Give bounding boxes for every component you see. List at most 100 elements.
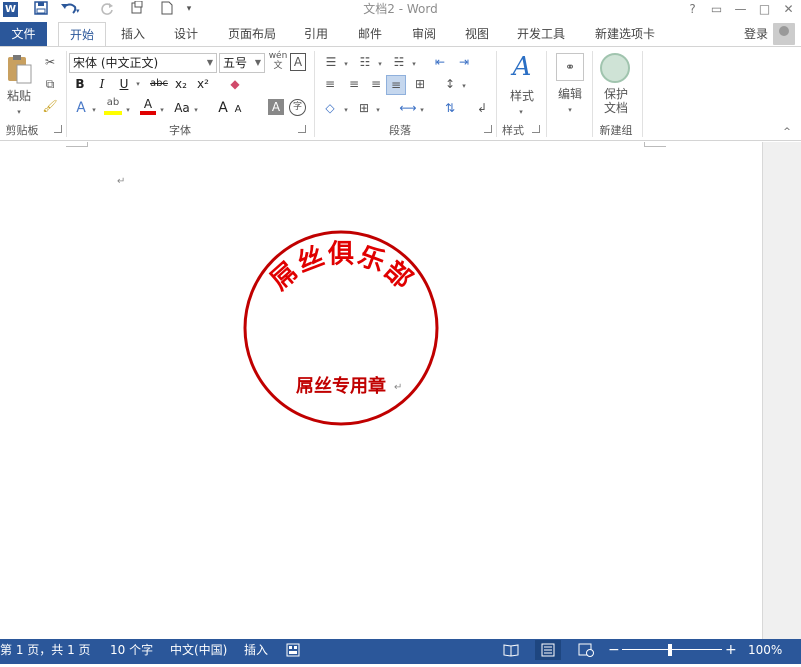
clipboard-launcher-icon[interactable] bbox=[54, 125, 62, 133]
numbering-icon[interactable]: ☷ bbox=[354, 53, 376, 71]
login-link[interactable]: 登录 bbox=[744, 25, 768, 42]
group-divider bbox=[546, 51, 547, 137]
paste-icon[interactable] bbox=[4, 53, 34, 89]
borders-dropdown-icon[interactable]: ▾ bbox=[374, 101, 382, 119]
underline-dropdown-icon[interactable]: ▾ bbox=[134, 75, 142, 93]
status-word-count[interactable]: 10 个字 bbox=[110, 639, 153, 661]
char-shading-icon[interactable]: A bbox=[268, 99, 284, 115]
enclose-char-button[interactable]: 字 bbox=[289, 99, 306, 116]
chinese-layout-dropdown-icon[interactable]: ▾ bbox=[418, 101, 426, 119]
numbering-dropdown-icon[interactable]: ▾ bbox=[376, 55, 384, 73]
tab-developer[interactable]: 开发工具 bbox=[510, 22, 572, 47]
status-insert-mode[interactable]: 插入 bbox=[244, 639, 268, 661]
highlight-dropdown-icon[interactable]: ▾ bbox=[124, 101, 132, 119]
zoom-slider-thumb[interactable] bbox=[668, 644, 672, 656]
bold-button[interactable]: B bbox=[72, 75, 88, 93]
tab-file[interactable]: 文件 bbox=[0, 22, 47, 47]
distributed-icon[interactable]: ⊞ bbox=[410, 75, 430, 93]
show-marks-icon[interactable]: ↲ bbox=[472, 99, 492, 117]
maximize-icon[interactable]: □ bbox=[752, 0, 777, 18]
change-case-dropdown-icon[interactable]: ▾ bbox=[192, 101, 200, 119]
paste-dropdown-icon[interactable]: ▾ bbox=[14, 103, 24, 121]
font-color-dropdown-icon[interactable]: ▾ bbox=[158, 101, 166, 119]
cut-icon[interactable]: ✂ bbox=[40, 53, 60, 71]
line-spacing-icon[interactable]: ↕ bbox=[440, 75, 460, 93]
zoom-level[interactable]: 100% bbox=[748, 639, 782, 661]
font-name-select[interactable]: 宋体 (中文正文) ▼ bbox=[69, 53, 217, 73]
shading-icon[interactable]: ◇ bbox=[320, 99, 340, 117]
seal-stamp[interactable]: 屌丝俱乐部 屌丝专用章 ↵ bbox=[0, 142, 762, 639]
styles-icon[interactable]: A bbox=[506, 51, 538, 83]
highlight-icon[interactable]: ab bbox=[104, 97, 122, 115]
tab-review[interactable]: 审阅 bbox=[402, 22, 446, 47]
tab-design[interactable]: 设计 bbox=[163, 22, 209, 47]
phonetic-guide-icon[interactable]: wén 文 bbox=[268, 51, 288, 71]
multilevel-list-icon[interactable]: ☵ bbox=[388, 53, 410, 71]
page[interactable]: ↵ 屌丝俱乐部 屌丝专用章 ↵ bbox=[0, 142, 762, 639]
close-icon[interactable]: ✕ bbox=[776, 0, 801, 18]
text-effect-icon[interactable]: A bbox=[72, 99, 90, 117]
styles-dropdown-icon[interactable]: ▾ bbox=[516, 103, 526, 121]
multilevel-dropdown-icon[interactable]: ▾ bbox=[410, 55, 418, 73]
tab-home[interactable]: 开始 bbox=[58, 22, 106, 47]
font-launcher-icon[interactable] bbox=[298, 125, 306, 133]
increase-indent-icon[interactable]: ⇥ bbox=[454, 53, 474, 71]
user-avatar-icon[interactable] bbox=[773, 23, 795, 45]
line-spacing-dropdown-icon[interactable]: ▾ bbox=[460, 77, 468, 95]
sort-icon[interactable]: ⇅ bbox=[440, 99, 460, 117]
strikethrough-button[interactable]: abc bbox=[146, 75, 172, 93]
protect-document-icon[interactable] bbox=[600, 53, 630, 83]
subscript-button[interactable]: x₂ bbox=[172, 75, 190, 93]
macro-record-icon[interactable] bbox=[286, 642, 300, 664]
superscript-button[interactable]: x² bbox=[194, 75, 212, 93]
print-layout-icon[interactable] bbox=[535, 640, 561, 660]
italic-button[interactable]: I bbox=[94, 75, 110, 93]
clear-format-icon[interactable]: ◆ bbox=[226, 75, 244, 93]
tab-mailings[interactable]: 邮件 bbox=[348, 22, 392, 47]
change-case-button[interactable]: Aa bbox=[172, 99, 192, 117]
align-left-icon[interactable]: ≡ bbox=[320, 75, 340, 93]
status-language[interactable]: 中文(中国) bbox=[170, 639, 227, 661]
read-mode-icon[interactable] bbox=[503, 642, 519, 664]
font-size-value: 五号 bbox=[223, 56, 248, 70]
zoom-out-button[interactable]: − bbox=[608, 639, 620, 661]
underline-button[interactable]: U bbox=[116, 75, 132, 93]
ribbon-display-icon[interactable]: ▭ bbox=[704, 0, 729, 18]
bullets-dropdown-icon[interactable]: ▾ bbox=[342, 55, 350, 73]
text-effect-dropdown-icon[interactable]: ▾ bbox=[90, 101, 98, 119]
font-color-icon[interactable]: A bbox=[140, 97, 156, 115]
zoom-in-button[interactable]: + bbox=[725, 639, 737, 661]
web-layout-icon[interactable] bbox=[578, 642, 594, 664]
protect-document-button[interactable]: 保护 文档 bbox=[596, 87, 636, 115]
align-center-icon[interactable]: ≡ bbox=[344, 75, 364, 93]
help-icon[interactable]: ? bbox=[680, 0, 705, 18]
copy-icon[interactable]: ⧉ bbox=[40, 75, 60, 93]
char-border-icon[interactable]: A bbox=[290, 53, 306, 71]
tab-view[interactable]: 视图 bbox=[455, 22, 499, 47]
borders-icon[interactable]: ⊞ bbox=[354, 99, 374, 117]
tab-new-tab[interactable]: 新建选项卡 bbox=[585, 22, 665, 47]
paragraph-launcher-icon[interactable] bbox=[484, 125, 492, 133]
grow-font-button[interactable]: A bbox=[216, 99, 230, 117]
decrease-indent-icon[interactable]: ⇤ bbox=[430, 53, 450, 71]
tab-references[interactable]: 引用 bbox=[296, 22, 336, 47]
font-size-select[interactable]: 五号 ▼ bbox=[219, 53, 265, 73]
zoom-slider-track[interactable] bbox=[622, 649, 722, 650]
shading-dropdown-icon[interactable]: ▾ bbox=[342, 101, 350, 119]
editing-dropdown-icon[interactable]: ▾ bbox=[565, 101, 575, 119]
align-right-icon[interactable]: ≡ bbox=[366, 75, 386, 93]
binoculars-icon[interactable]: ⚭ bbox=[556, 53, 584, 81]
group-divider bbox=[642, 51, 643, 137]
chinese-layout-icon[interactable]: ⟷ bbox=[398, 99, 418, 117]
bullets-icon[interactable]: ☰ bbox=[320, 53, 342, 71]
justify-icon[interactable]: ≡ bbox=[386, 75, 406, 95]
styles-launcher-icon[interactable] bbox=[532, 125, 540, 133]
vertical-scrollbar[interactable] bbox=[762, 142, 801, 639]
format-painter-icon[interactable]: 🖌 bbox=[40, 97, 60, 115]
tab-page-layout[interactable]: 页面布局 bbox=[221, 22, 283, 47]
minimize-icon[interactable]: — bbox=[728, 0, 753, 18]
shrink-font-icon[interactable]: A bbox=[232, 101, 244, 119]
status-page[interactable]: 第 1 页，共 1 页 bbox=[0, 639, 91, 661]
collapse-ribbon-icon[interactable]: ^ bbox=[780, 123, 794, 141]
tab-insert[interactable]: 插入 bbox=[110, 22, 156, 47]
